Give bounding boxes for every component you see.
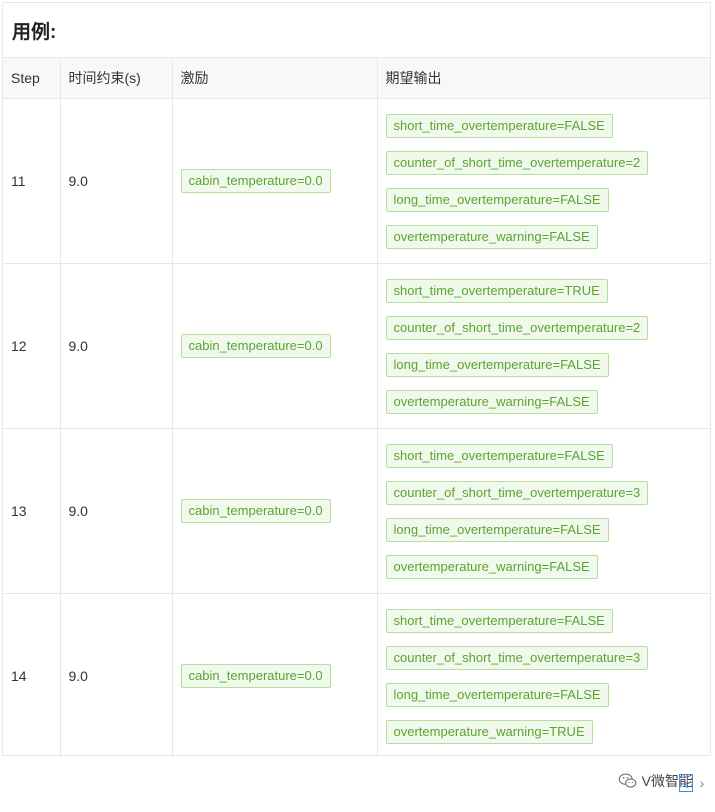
output-tag: overtemperature_warning=FALSE <box>385 224 598 249</box>
next-arrow-button[interactable]: › <box>695 774 709 792</box>
output-tag: counter_of_short_time_overtemperature=2 <box>385 315 649 340</box>
column-header-stimulus: 激励 <box>172 58 378 99</box>
output-tag: counter_of_short_time_overtemperature=2 <box>385 150 649 175</box>
step-cell: 14 <box>3 593 61 758</box>
title-bar: 用例: <box>3 3 710 58</box>
column-header-step: Step <box>3 58 61 99</box>
output-tag: counter_of_short_time_overtemperature=3 <box>385 645 649 670</box>
output-tag: counter_of_short_time_overtemperature=3 <box>385 480 649 505</box>
prev-arrow-button[interactable]: ‹ <box>679 774 693 792</box>
time-cell: 9.0 <box>60 428 173 594</box>
stimulus-tag: cabin_temperature=0.0 <box>180 499 331 523</box>
stimulus-cell: cabin_temperature=0.0 <box>172 593 378 758</box>
stimulus-cell: cabin_temperature=0.0 <box>172 263 378 429</box>
table-header-row: Step 时间约束(s) 激励 期望输出 <box>3 58 710 99</box>
stimulus-tag: cabin_temperature=0.0 <box>180 334 331 358</box>
step-cell: 12 <box>3 263 61 429</box>
column-header-expected-output: 期望输出 <box>377 58 710 99</box>
output-tag: short_time_overtemperature=FALSE <box>385 443 613 468</box>
stimulus-cell: cabin_temperature=0.0 <box>172 98 378 264</box>
table-row: 12 9.0 cabin_temperature=0.0 short_time_… <box>3 263 710 429</box>
stimulus-cell: cabin_temperature=0.0 <box>172 428 378 594</box>
expected-output-cell: short_time_overtemperature=TRUE counter_… <box>377 263 710 429</box>
output-tag: short_time_overtemperature=TRUE <box>385 278 608 303</box>
stimulus-tag: cabin_temperature=0.0 <box>180 169 331 193</box>
time-cell: 9.0 <box>60 263 173 429</box>
wechat-icon <box>618 773 637 788</box>
output-tag: short_time_overtemperature=FALSE <box>385 608 613 633</box>
output-tag: long_time_overtemperature=FALSE <box>385 682 609 707</box>
test-case-panel: 用例: Step 时间约束(s) 激励 期望输出 11 9.0 cabin_te… <box>2 2 711 758</box>
output-tag: long_time_overtemperature=FALSE <box>385 517 609 542</box>
output-tag: short_time_overtemperature=FALSE <box>385 113 613 138</box>
column-header-time-constraint: 时间约束(s) <box>60 58 173 99</box>
footer: V微智能 ‹ › <box>0 756 715 812</box>
output-tag: long_time_overtemperature=FALSE <box>385 187 609 212</box>
output-tag: overtemperature_warning=FALSE <box>385 554 598 579</box>
pager: ‹ › <box>679 774 709 792</box>
table-row: 11 9.0 cabin_temperature=0.0 short_time_… <box>3 98 710 264</box>
output-tag: overtemperature_warning=FALSE <box>385 389 598 414</box>
page-title: 用例: <box>12 21 57 43</box>
table-row: 13 9.0 cabin_temperature=0.0 short_time_… <box>3 428 710 594</box>
output-tag: overtemperature_warning=TRUE <box>385 719 593 744</box>
time-cell: 9.0 <box>60 593 173 758</box>
expected-output-cell: short_time_overtemperature=FALSE counter… <box>377 594 710 759</box>
expected-output-cell: short_time_overtemperature=FALSE counter… <box>377 428 710 594</box>
step-cell: 11 <box>3 98 61 264</box>
stimulus-tag: cabin_temperature=0.0 <box>180 664 331 688</box>
expected-output-cell: short_time_overtemperature=FALSE counter… <box>377 98 710 264</box>
test-case-table: Step 时间约束(s) 激励 期望输出 11 9.0 cabin_temper… <box>3 58 710 758</box>
step-cell: 13 <box>3 428 61 594</box>
table-row: 14 9.0 cabin_temperature=0.0 short_time_… <box>3 593 710 759</box>
output-tag: long_time_overtemperature=FALSE <box>385 352 609 377</box>
time-cell: 9.0 <box>60 98 173 264</box>
